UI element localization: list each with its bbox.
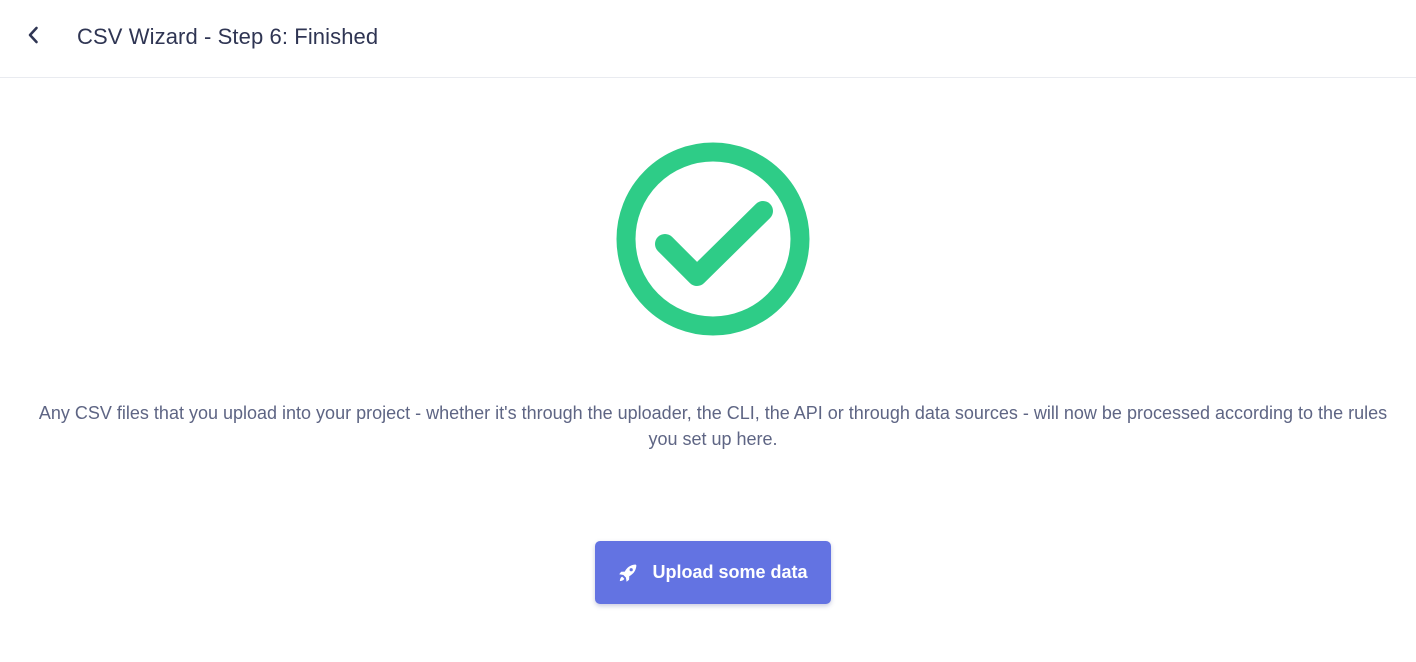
page-header: CSV Wizard - Step 6: Finished: [0, 0, 1416, 78]
upload-button-label: Upload some data: [652, 562, 808, 582]
chevron-left-icon: [26, 24, 40, 51]
rocket-icon: [618, 563, 638, 583]
back-button[interactable]: [18, 22, 48, 52]
check-circle-icon: [614, 140, 812, 338]
upload-data-button[interactable]: Upload some data: [595, 541, 831, 604]
page-title: CSV Wizard - Step 6: Finished: [77, 24, 379, 49]
completion-message: Any CSV files that you upload into your …: [38, 403, 1388, 449]
